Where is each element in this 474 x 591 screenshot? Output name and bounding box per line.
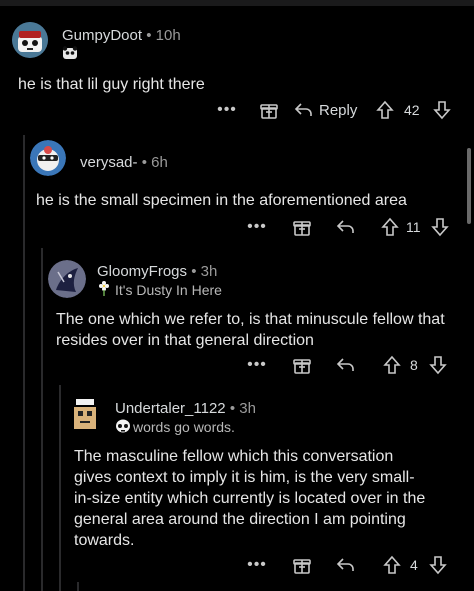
comment-4-text: The masculine fellow which this conversa… <box>74 448 426 549</box>
reply-arrow-icon <box>336 558 354 571</box>
comment-4-author[interactable]: Undertaler_1122 • 3h <box>115 400 256 417</box>
skull-icon <box>115 419 131 439</box>
comment-1-text: he is that lil guy right there <box>18 76 205 93</box>
top-edge-bar <box>0 0 474 6</box>
panda-face-icon <box>62 46 78 65</box>
vote-count: 11 <box>406 219 421 235</box>
more-options-button[interactable]: ••• <box>242 216 272 238</box>
gift-icon <box>293 359 311 374</box>
more-options-button[interactable]: ••• <box>212 99 242 121</box>
downvote-button[interactable] <box>426 553 450 577</box>
reply-button[interactable]: Reply <box>293 98 363 122</box>
reply-button[interactable] <box>332 215 358 239</box>
thread-line-depth-3[interactable] <box>59 385 61 591</box>
avatar-undertaler[interactable] <box>66 395 104 433</box>
separator-dot: • <box>229 400 236 417</box>
comment-age: 3h <box>200 263 218 280</box>
username[interactable]: verysad- <box>80 154 138 171</box>
award-button[interactable] <box>290 353 314 377</box>
comment-3-text: The one which we refer to, is that minus… <box>56 311 445 349</box>
comment-1-author[interactable]: GumpyDoot • 10h <box>62 27 181 44</box>
user-flair: It's Dusty In Here <box>115 282 222 298</box>
reply-arrow-icon <box>336 220 354 233</box>
panda-avatar-icon <box>12 22 48 58</box>
gift-icon <box>293 221 311 236</box>
downvote-arrow-icon <box>429 556 447 575</box>
upvote-button[interactable] <box>380 553 404 577</box>
avatar-gloomyfrogs[interactable] <box>48 260 86 298</box>
username[interactable]: GloomyFrogs <box>97 263 187 280</box>
reply-button[interactable] <box>332 353 358 377</box>
separator-dot: • <box>191 263 197 280</box>
award-button[interactable] <box>257 98 281 122</box>
thread-line-depth-1[interactable] <box>23 135 25 591</box>
gift-icon <box>293 559 311 574</box>
flower-icon <box>97 281 111 302</box>
upvote-button[interactable] <box>380 353 404 377</box>
username[interactable]: Undertaler_1122 <box>115 400 226 417</box>
upvote-arrow-icon <box>383 555 401 574</box>
comment-age: 3h <box>239 400 256 417</box>
avatar-verysad[interactable] <box>30 140 66 176</box>
box-robot-avatar-icon <box>66 395 104 433</box>
reply-arrow-icon <box>294 103 312 116</box>
thread-line-depth-2[interactable] <box>41 248 43 591</box>
upvote-arrow-icon <box>381 217 399 236</box>
upvote-arrow-icon <box>376 100 394 119</box>
downvote-arrow-icon <box>433 101 451 120</box>
comment-2-author[interactable]: verysad- • 6h <box>80 154 168 171</box>
avatar-gumpydoot[interactable] <box>12 22 48 58</box>
comment-age: 10h <box>155 27 181 44</box>
reply-button[interactable] <box>332 553 358 577</box>
more-options-button[interactable]: ••• <box>242 554 272 576</box>
thread-line-depth-4[interactable] <box>77 582 79 591</box>
vote-count: 8 <box>410 357 418 373</box>
downvote-button[interactable] <box>428 215 452 239</box>
downvote-arrow-icon <box>431 218 449 237</box>
username[interactable]: GumpyDoot <box>62 27 142 44</box>
more-options-button[interactable]: ••• <box>242 354 272 376</box>
reply-label: Reply <box>319 101 358 119</box>
ninja-avatar-icon <box>30 140 66 176</box>
comment-age: 6h <box>151 154 168 171</box>
gift-icon <box>260 104 278 119</box>
user-flair: words go words. <box>133 419 235 435</box>
comment-3-author[interactable]: GloomyFrogs • 3h <box>97 263 217 280</box>
separator-dot: • <box>146 27 152 44</box>
downvote-arrow-icon <box>429 356 447 375</box>
upvote-button[interactable] <box>378 215 402 239</box>
award-button[interactable] <box>290 215 314 239</box>
vote-count: 4 <box>410 557 418 573</box>
award-button[interactable] <box>290 553 314 577</box>
downvote-button[interactable] <box>426 353 450 377</box>
separator-dot: • <box>141 154 147 171</box>
downvote-button[interactable] <box>430 98 454 122</box>
vote-count: 42 <box>404 102 420 118</box>
reply-arrow-icon <box>336 358 354 371</box>
scrollbar[interactable] <box>467 148 471 224</box>
comment-2-text: he is the small specimen in the aforemen… <box>36 192 407 209</box>
dark-creature-avatar-icon <box>48 260 86 298</box>
upvote-arrow-icon <box>383 355 401 374</box>
upvote-button[interactable] <box>373 98 397 122</box>
